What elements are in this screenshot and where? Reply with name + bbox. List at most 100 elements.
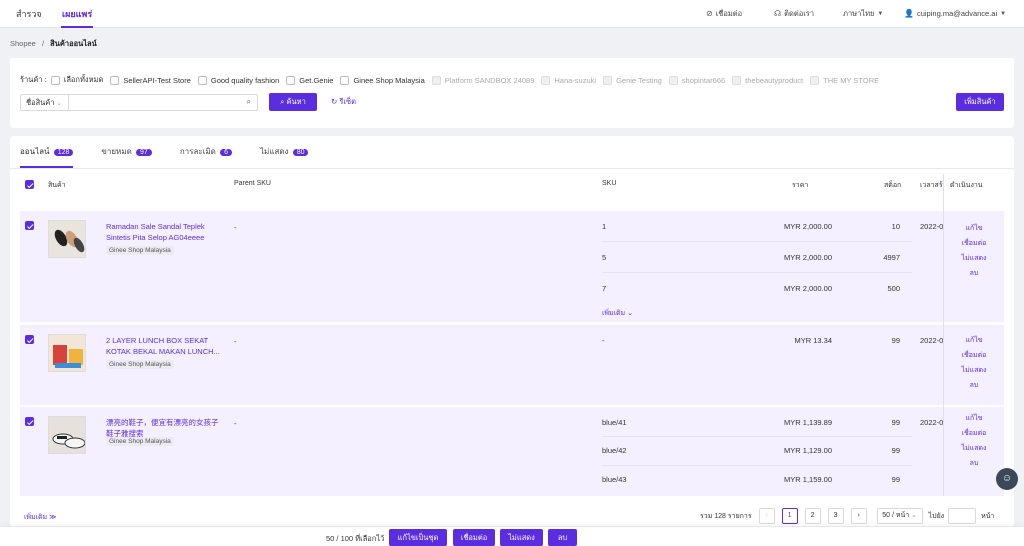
checkbox[interactable]	[286, 75, 296, 85]
product-name-link[interactable]: 漂亮的鞋子，便宜有漂亮的女孩子鞋子雅搜索	[106, 417, 224, 439]
checkbox[interactable]	[110, 75, 120, 85]
checkbox	[541, 75, 551, 85]
bulk-edit-button[interactable]: แก้ไขเป็นชุด	[389, 529, 447, 546]
row-checkbox[interactable]	[25, 335, 34, 344]
bulk-hide-button[interactable]: ไม่แสดง	[500, 529, 543, 546]
variant-stock: 500	[887, 284, 900, 293]
checkbox	[668, 75, 678, 85]
store-option: shopintar666	[668, 75, 725, 85]
product-name-link[interactable]: 2 LAYER LUNCH BOX SEKAT KOTAK BEKAL MAKA…	[106, 335, 224, 357]
store-option: Genie Testing	[603, 75, 662, 85]
store-option[interactable]: Ginee Shop Malaysia	[340, 75, 425, 85]
checkbox[interactable]	[197, 75, 207, 85]
show-more-variants[interactable]: เพิ่มเติม ⌄	[602, 308, 633, 319]
delete-link[interactable]: ลบ	[944, 378, 1004, 393]
search-button[interactable]: ⌕ ค้นหา	[269, 93, 317, 111]
hide-link[interactable]: ไม่แสดง	[944, 441, 1004, 456]
language-select[interactable]: ภาษาไทย ▼	[843, 0, 883, 28]
tab-hidden[interactable]: ไม่แสดง 80	[260, 136, 309, 168]
tab-violation[interactable]: การละเมิด 6	[180, 136, 233, 168]
page-size-select[interactable]: 50 / หน้า ⌄	[876, 508, 923, 524]
goto-label: ไปยัง	[928, 512, 945, 520]
delete-link[interactable]: ลบ	[944, 266, 1004, 281]
created-date: 2022-0	[920, 336, 944, 345]
hide-link[interactable]: ไม่แสดง	[944, 363, 1004, 378]
connect-link[interactable]: ⊘ เชื่อมต่อ	[706, 0, 742, 28]
variant-sku: 7	[602, 284, 607, 293]
show-more-button[interactable]: เพิ่มเติม ≫	[24, 512, 56, 523]
help-chat-icon[interactable]: ☺	[996, 468, 1018, 490]
search-input[interactable]: ⌕	[68, 93, 258, 111]
store-option: thebeautyproduct	[732, 75, 803, 85]
chevron-down-icon: ▼	[1000, 11, 1007, 17]
checkbox[interactable]	[340, 75, 350, 85]
hide-link[interactable]: ไม่แสดง	[944, 251, 1004, 266]
variant-sku: blue/42	[602, 446, 627, 455]
page-button[interactable]: 3	[827, 508, 844, 524]
search-field-select[interactable]: ชื่อสินค้า ⌄	[20, 93, 68, 111]
col-parent-sku: Parent SKU	[234, 180, 271, 187]
row-checkbox[interactable]	[25, 221, 34, 230]
edit-link[interactable]: แก้ไข	[944, 333, 1004, 348]
count-badge: 6	[220, 149, 233, 156]
connect-link[interactable]: เชื่อมต่อ	[944, 348, 1004, 363]
page-button[interactable]: 1	[781, 508, 798, 524]
connect-link[interactable]: เชื่อมต่อ	[944, 426, 1004, 441]
store-option[interactable]: Good quality fashion	[197, 75, 279, 85]
page-label: หน้า	[981, 512, 995, 520]
tab-publish[interactable]: เผยแพร่	[61, 0, 94, 28]
select-all-checkbox[interactable]	[25, 180, 34, 189]
link-icon: ⊘	[706, 9, 713, 18]
tab-online[interactable]: ออนไลน์ 128	[20, 136, 74, 168]
checkbox[interactable]	[50, 75, 60, 85]
selection-count: 50 / 100 ที่เลือกไว้	[326, 534, 385, 543]
store-filter: ร้านค้า : เลือกทั้งหมด SellerAPI-Test St…	[20, 74, 886, 86]
variant-price: MYR 13.34	[794, 336, 832, 345]
page-button[interactable]: 2	[804, 508, 821, 524]
delete-link[interactable]: ลบ	[944, 456, 1004, 471]
edit-link[interactable]: แก้ไข	[944, 411, 1004, 426]
row-checkbox[interactable]	[25, 417, 34, 426]
product-thumbnail[interactable]	[48, 220, 86, 258]
breadcrumb-root[interactable]: Shopee	[10, 39, 36, 48]
divider	[602, 241, 912, 242]
goto-page-input[interactable]	[948, 508, 977, 524]
variant-sku: 5	[602, 253, 607, 262]
table-row: 漂亮的鞋子，便宜有漂亮的女孩子鞋子雅搜索 Ginee Shop Malaysia…	[20, 407, 944, 496]
headset-icon: ☊	[774, 9, 782, 18]
divider	[10, 168, 1014, 169]
bulk-delete-button[interactable]: ลบ	[548, 529, 577, 546]
pagination: รวม 128 รายการ ‹ 1 2 3 › 50 / หน้า ⌄ ไปย…	[700, 508, 994, 524]
store-option[interactable]: Get.Genie	[286, 75, 333, 85]
prev-page-button[interactable]: ‹	[758, 508, 775, 524]
store-option-all[interactable]: เลือกทั้งหมด	[50, 74, 103, 86]
bulk-connect-button[interactable]: เชื่อมต่อ	[453, 529, 495, 546]
count-badge: 128	[53, 149, 74, 156]
user-menu[interactable]: 👤 cuiping.ma@advance.ai ▼	[904, 0, 1006, 28]
next-page-button[interactable]: ›	[850, 508, 867, 524]
parent-sku: -	[234, 337, 237, 346]
add-product-button[interactable]: เพิ่มสินค้า	[956, 93, 1004, 111]
search-icon[interactable]: ⌕	[247, 97, 251, 107]
bulk-action-bar: 50 / 100 ที่เลือกไว้ แก้ไขเป็นชุด เชื่อม…	[0, 526, 1024, 546]
edit-link[interactable]: แก้ไข	[944, 221, 1004, 236]
product-name-link[interactable]: Ramadan Sale Sandal Teplek Sintetis Pita…	[106, 221, 224, 243]
top-nav: สำรวจ เผยแพร่ ⊘ เชื่อมต่อ ☊ ติดต่อเรา ภา…	[0, 0, 1024, 28]
product-thumbnail[interactable]	[48, 416, 86, 454]
table-row: 2 LAYER LUNCH BOX SEKAT KOTAK BEKAL MAKA…	[20, 325, 944, 405]
connect-link[interactable]: เชื่อมต่อ	[944, 236, 1004, 251]
tab-explore[interactable]: สำรวจ	[16, 0, 42, 28]
product-thumbnail[interactable]	[48, 334, 86, 372]
reset-button[interactable]: ↻ รีเซ็ต	[331, 96, 356, 108]
variant-stock: 99	[891, 418, 900, 427]
col-stock: สต็อก	[884, 182, 902, 189]
variant-sku: blue/43	[602, 475, 627, 484]
store-option[interactable]: SellerAPI-Test Store	[110, 75, 191, 85]
tab-sold-out[interactable]: ขายหมด 97	[101, 136, 152, 168]
store-label: ร้านค้า :	[20, 75, 47, 84]
checkbox	[732, 75, 742, 85]
variant-price: MYR 1,159.00	[784, 475, 832, 484]
contact-link[interactable]: ☊ ติดต่อเรา	[774, 0, 814, 28]
variant-sku: 1	[602, 222, 607, 231]
user-icon: 👤	[904, 9, 914, 18]
